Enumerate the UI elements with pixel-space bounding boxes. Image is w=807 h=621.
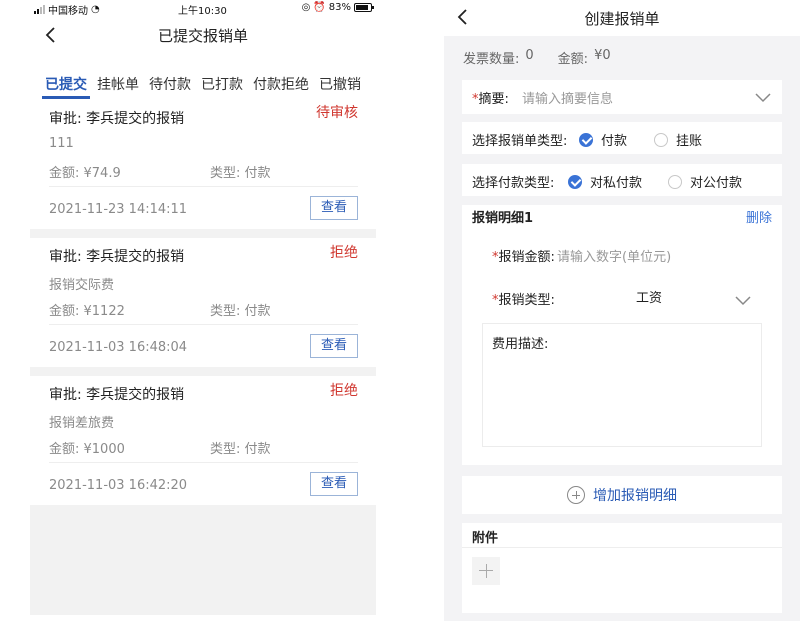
abstract-input[interactable]: 请输入摘要信息: [522, 88, 613, 107]
report-description: 111: [49, 136, 74, 151]
expense-amount-field[interactable]: *报销金额: 请输入数字(单位元): [482, 239, 762, 269]
status-badge: 拒绝: [330, 383, 358, 399]
expense-amount-label: 报销金额:: [498, 250, 555, 265]
invoice-count-value: 0: [525, 48, 534, 63]
divider: [49, 324, 358, 325]
divider: [49, 462, 358, 463]
create-report-screen: 创建报销单 发票数量: 0 金额: ¥0 *摘要: 请输入摘要信息 选择报销单类…: [444, 0, 800, 621]
tab-cancelled[interactable]: 已撤销: [314, 70, 366, 100]
invoice-count-label: 发票数量:: [463, 52, 520, 67]
report-type-row: 选择报销单类型: 付款 挂账: [462, 122, 782, 154]
delete-detail-button[interactable]: 删除: [746, 207, 772, 226]
tab-submitted[interactable]: 已提交: [40, 70, 92, 100]
expense-amount-input[interactable]: 请输入数字(单位元): [557, 246, 671, 265]
status-tabs: 已提交 挂帐单 待付款 已打款 付款拒绝 已撤销: [40, 70, 376, 100]
report-title: 审批: 李兵提交的报销: [49, 387, 185, 403]
expense-type-label: 报销类型:: [498, 293, 555, 308]
report-type: 类型: 付款: [210, 166, 271, 181]
report-type-option-payment[interactable]: 付款: [579, 130, 627, 149]
expense-type-field[interactable]: *报销类型: 工资: [482, 281, 762, 315]
status-bar: 中国移动 ◔ 上午10:30 ◎ ⏰ 83%: [30, 0, 376, 17]
report-description: 报销差旅费: [49, 416, 115, 431]
radio-unchecked-icon[interactable]: [654, 132, 668, 147]
expense-detail-card: 报销明细1 删除 *报销金额: 请输入数字(单位元) *报销类型: 工资 费用描…: [462, 205, 782, 465]
report-title: 审批: 李兵提交的报销: [49, 249, 185, 265]
pay-type-option-private[interactable]: 对私付款: [568, 172, 642, 191]
status-badge: 待审核: [316, 105, 358, 121]
report-type-label: 选择报销单类型:: [472, 134, 568, 149]
divider: [462, 547, 782, 548]
plus-circle-icon: [567, 486, 585, 504]
attachment-section: 附件: [462, 523, 782, 613]
report-card[interactable]: 审批: 李兵提交的报销 拒绝 报销交际费 金额: ¥1122 类型: 付款 20…: [30, 238, 376, 367]
expense-description-label: 费用描述:: [492, 337, 549, 352]
alarm-icon: ⏰: [313, 2, 326, 13]
battery-percent: 83%: [328, 2, 351, 13]
report-type: 类型: 付款: [210, 304, 271, 319]
pay-type-option-public[interactable]: 对公付款: [668, 172, 742, 191]
divider: [30, 229, 376, 238]
report-time: 2021-11-03 16:48:04: [49, 340, 188, 355]
radio-checked-icon[interactable]: [568, 174, 582, 189]
total-amount-label: 金额:: [557, 52, 589, 67]
attachment-title: 附件: [472, 531, 499, 546]
lock-rotation-icon: ◎: [301, 2, 311, 13]
total-amount-value: ¥0: [594, 48, 611, 63]
add-detail-button[interactable]: 增加报销明细: [462, 476, 782, 514]
report-card[interactable]: 审批: 李兵提交的报销 拒绝 报销差旅费 金额: ¥1000 类型: 付款 20…: [30, 376, 376, 505]
report-amount: 金额: ¥1000: [49, 442, 125, 457]
abstract-field[interactable]: *摘要: 请输入摘要信息: [462, 80, 782, 114]
nav-bar: 创建报销单: [444, 0, 800, 36]
tab-pending-payment[interactable]: 待付款: [144, 70, 196, 100]
divider: [49, 186, 358, 187]
nav-bar: 已提交报销单: [30, 18, 376, 54]
pay-type-row: 选择付款类型: 对私付款 对公付款: [462, 164, 782, 196]
report-title: 审批: 李兵提交的报销: [49, 111, 185, 127]
detail-title: 报销明细1: [472, 211, 534, 226]
report-type: 类型: 付款: [210, 442, 271, 457]
report-time: 2021-11-23 14:14:11: [49, 202, 188, 217]
report-time: 2021-11-03 16:42:20: [49, 478, 188, 493]
divider: [30, 367, 376, 376]
report-description: 报销交际费: [49, 278, 115, 293]
report-type-option-on-account[interactable]: 挂账: [654, 130, 702, 149]
page-title: 已提交报销单: [157, 27, 248, 45]
signal-icon: [34, 5, 45, 14]
tab-paid[interactable]: 已打款: [196, 70, 248, 100]
submitted-reports-screen: 中国移动 ◔ 上午10:30 ◎ ⏰ 83% 已提交报销单 已提交 挂帐单 待付…: [30, 0, 376, 615]
status-badge: 拒绝: [330, 245, 358, 261]
wifi-icon: ◔: [91, 4, 100, 15]
chevron-down-icon[interactable]: [734, 295, 752, 307]
report-amount: 金额: ¥1122: [49, 304, 125, 319]
radio-checked-icon[interactable]: [579, 132, 593, 147]
report-amount: 金额: ¥74.9: [49, 166, 121, 181]
invoice-summary: 发票数量: 0 金额: ¥0: [463, 48, 611, 67]
status-time: 上午10:30: [178, 6, 227, 17]
expense-type-value[interactable]: 工资: [636, 287, 662, 306]
add-attachment-button[interactable]: [472, 557, 500, 585]
battery-icon: [354, 3, 374, 12]
view-button[interactable]: 查看: [310, 334, 358, 358]
report-card[interactable]: 审批: 李兵提交的报销 待审核 111 金额: ¥74.9 类型: 付款 202…: [30, 100, 376, 229]
expense-description-textarea[interactable]: 费用描述:: [482, 323, 762, 447]
tab-on-account[interactable]: 挂帐单: [92, 70, 144, 100]
radio-unchecked-icon[interactable]: [668, 174, 682, 189]
empty-area: [30, 505, 376, 615]
view-button[interactable]: 查看: [310, 472, 358, 496]
abstract-label: 摘要:: [478, 92, 509, 107]
pay-type-label: 选择付款类型:: [472, 176, 555, 191]
page-title: 创建报销单: [584, 10, 660, 28]
chevron-down-icon[interactable]: [754, 92, 772, 104]
view-button[interactable]: 查看: [310, 196, 358, 220]
tab-payment-rejected[interactable]: 付款拒绝: [248, 70, 314, 100]
carrier-label: 中国移动: [48, 6, 88, 17]
